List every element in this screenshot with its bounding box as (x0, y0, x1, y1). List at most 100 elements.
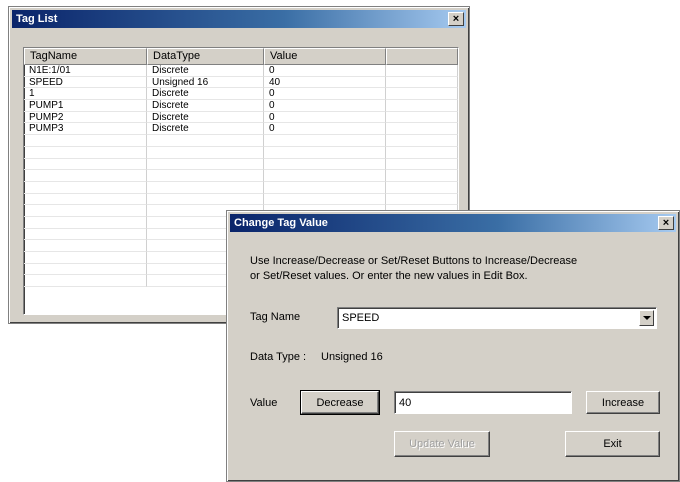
table-cell (386, 65, 458, 77)
table-cell: PUMP1 (24, 100, 147, 112)
increase-button[interactable]: Increase (586, 391, 660, 414)
table-cell: 0 (264, 111, 386, 124)
table-cell (24, 228, 147, 241)
table-row[interactable]: 1 Discrete 0 (24, 88, 458, 101)
table-row[interactable]: N1E:1/01 Discrete 0 (24, 65, 458, 77)
close-icon: × (452, 12, 460, 25)
instructions-line-2: or Set/Reset values. Or enter the new va… (250, 270, 528, 282)
table-row[interactable] (24, 158, 458, 171)
table-row[interactable]: SPEED Unsigned 16 40 (24, 76, 458, 89)
table-cell (24, 205, 147, 217)
table-cell (24, 193, 147, 206)
table-cell (147, 135, 264, 147)
decrease-button[interactable]: Decrease (300, 390, 380, 415)
table-cell (24, 275, 147, 288)
table-cell: 40 (264, 76, 386, 89)
exit-button-label: Exit (603, 438, 622, 450)
dialog-title: Change Tag Value (234, 217, 328, 229)
instructions-line-1: Use Increase/Decrease or Set/Reset Butto… (250, 255, 578, 267)
table-cell (264, 193, 386, 206)
table-cell (386, 88, 458, 101)
chevron-down-icon[interactable] (639, 310, 654, 326)
update-value-button[interactable]: Update Value (394, 431, 490, 457)
tag-list-title: Tag List (16, 13, 58, 25)
table-row[interactable] (24, 181, 458, 194)
table-cell (264, 135, 386, 147)
column-header-extra[interactable] (386, 48, 458, 65)
table-cell: Discrete (147, 65, 264, 77)
table-cell (24, 135, 147, 147)
table-cell: PUMP3 (24, 123, 147, 136)
table-header: TagName DataType Value (24, 48, 458, 65)
table-cell (386, 123, 458, 136)
table-cell (386, 76, 458, 89)
table-cell (386, 158, 458, 171)
tag-list-close-button[interactable]: × (448, 12, 464, 26)
table-cell (386, 146, 458, 159)
table-cell (24, 146, 147, 159)
change-tag-value-dialog: Change Tag Value × Use Increase/Decrease… (226, 210, 680, 482)
table-cell: Unsigned 16 (147, 76, 264, 89)
table-cell (386, 100, 458, 112)
increase-button-label: Increase (601, 396, 645, 409)
table-cell (24, 181, 147, 194)
tag-name-label: Tag Name (250, 311, 301, 323)
decrease-button-label: Decrease (316, 396, 364, 409)
table-cell (264, 146, 386, 159)
dialog-close-button[interactable]: × (658, 216, 674, 230)
table-cell (147, 181, 264, 194)
dialog-titlebar[interactable]: Change Tag Value × (230, 214, 676, 232)
table-cell (386, 181, 458, 194)
table-cell: 0 (264, 123, 386, 136)
table-cell (147, 146, 264, 159)
table-cell (264, 181, 386, 194)
tag-name-selected-value: SPEED (342, 312, 380, 324)
table-row[interactable]: PUMP1 Discrete 0 (24, 100, 458, 112)
data-type-label: Data Type : (250, 351, 307, 363)
table-row[interactable]: PUMP3 Discrete 0 (24, 123, 458, 136)
table-row[interactable] (24, 193, 458, 206)
table-cell (386, 193, 458, 206)
table-cell (24, 158, 147, 171)
table-row[interactable] (24, 135, 458, 147)
value-label: Value (250, 397, 278, 409)
tag-list-titlebar[interactable]: Tag List × (12, 10, 466, 28)
table-cell (147, 193, 264, 206)
table-row[interactable] (24, 146, 458, 159)
column-header-value[interactable]: Value (264, 48, 386, 65)
exit-button[interactable]: Exit (565, 431, 660, 457)
table-cell: Discrete (147, 111, 264, 124)
tag-name-dropdown[interactable]: SPEED (337, 307, 657, 329)
table-cell (147, 170, 264, 182)
table-cell: 0 (264, 65, 386, 77)
table-cell: 0 (264, 88, 386, 101)
table-cell: SPEED (24, 76, 147, 89)
table-cell (264, 158, 386, 171)
table-row[interactable] (24, 170, 458, 182)
table-cell (24, 263, 147, 276)
table-cell (24, 216, 147, 229)
table-cell (24, 170, 147, 182)
column-header-tagname[interactable]: TagName (24, 48, 147, 65)
update-value-button-label: Update Value (409, 438, 475, 450)
table-cell (386, 135, 458, 147)
table-cell (147, 158, 264, 171)
table-cell (264, 170, 386, 182)
table-cell (24, 240, 147, 252)
table-cell: 1 (24, 88, 147, 101)
data-type-value: Unsigned 16 (321, 351, 383, 363)
table-cell: Discrete (147, 100, 264, 112)
table-cell: N1E:1/01 (24, 65, 147, 77)
table-row[interactable]: PUMP2 Discrete 0 (24, 111, 458, 124)
table-cell: PUMP2 (24, 111, 147, 124)
value-input-text: 40 (399, 396, 412, 409)
table-cell: Discrete (147, 123, 264, 136)
close-icon: × (662, 216, 670, 229)
table-cell: 0 (264, 100, 386, 112)
value-input[interactable]: 40 (394, 391, 572, 414)
table-cell (386, 111, 458, 124)
table-cell (24, 252, 147, 264)
table-cell: Discrete (147, 88, 264, 101)
table-cell (386, 170, 458, 182)
column-header-datatype[interactable]: DataType (147, 48, 264, 65)
